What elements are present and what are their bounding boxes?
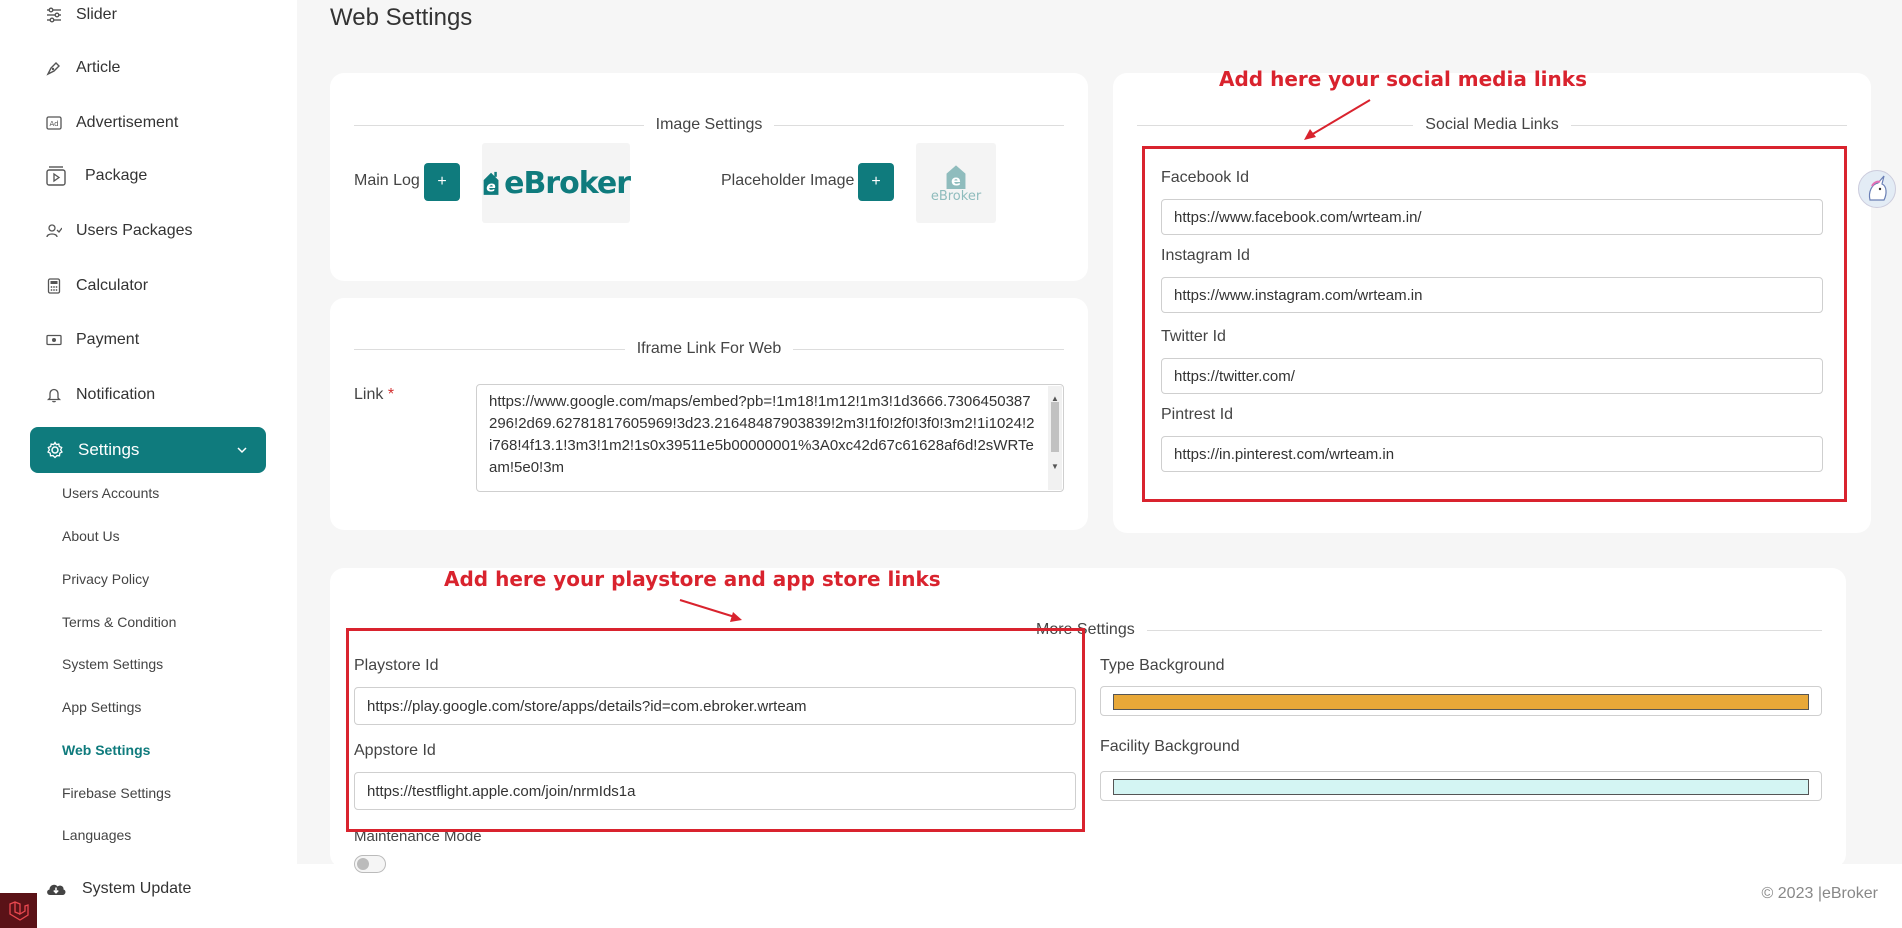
sidebar-item-advertisement[interactable]: Ad Advertisement: [45, 108, 178, 138]
sidebar-item-package[interactable]: Package: [45, 161, 147, 191]
main-logo-label: Main Log: [354, 172, 420, 189]
link-label: Link *: [354, 386, 394, 404]
sidebar-subitem-app-settings[interactable]: App Settings: [62, 699, 141, 715]
calculator-icon: [45, 277, 63, 295]
logo-text: eBroker: [504, 165, 631, 201]
copyright: © 2023 |eBroker: [1761, 885, 1878, 902]
store-highlight-box: [346, 628, 1085, 832]
laravel-icon[interactable]: [0, 893, 37, 928]
unicorn-icon: [1868, 175, 1887, 201]
scroll-thumb[interactable]: [1051, 402, 1059, 452]
social-annotation: Add here your social media links: [1219, 67, 1587, 91]
scroll-down-icon[interactable]: ▼: [1051, 456, 1059, 478]
annotation-arrow-icon: [1304, 99, 1371, 140]
sidebar-item-calculator[interactable]: Calculator: [45, 271, 148, 301]
placeholder-house-icon: e: [946, 164, 966, 189]
sidebar-item-settings[interactable]: Settings: [30, 427, 266, 473]
type-background-input[interactable]: [1100, 686, 1822, 716]
type-background-label: Type Background: [1100, 657, 1225, 674]
more-settings-legend: More Settings: [1024, 620, 1822, 640]
main-logo-image[interactable]: e eBroker: [482, 143, 631, 223]
sidebar-item-label: Package: [85, 167, 148, 184]
package-icon: [45, 165, 67, 187]
sidebar-item-label: Calculator: [76, 277, 149, 294]
svg-text:Ad: Ad: [49, 120, 58, 128]
sidebar-item-label: Notification: [76, 386, 156, 403]
sidebar-item-label: System Update: [82, 880, 192, 897]
sliders-icon: [45, 6, 63, 24]
store-annotation: Add here your playstore and app store li…: [444, 567, 941, 591]
placeholder-image[interactable]: e eBroker: [916, 143, 996, 223]
bell-icon: [45, 386, 63, 404]
avatar[interactable]: [1858, 170, 1896, 208]
sidebar-subitem-system-settings[interactable]: System Settings: [62, 656, 163, 672]
sidebar-subitem-web-settings[interactable]: Web Settings: [62, 742, 150, 758]
sidebar: Slider Article Ad Advertisement Package …: [0, 0, 297, 864]
iframe-link-textarea[interactable]: https://www.google.com/maps/embed?pb=!1m…: [476, 384, 1064, 492]
ad-icon: Ad: [45, 114, 63, 132]
placeholder-logo-text: eBroker: [930, 188, 982, 204]
legend-text: Iframe Link For Web: [636, 340, 782, 357]
pen-icon: [45, 59, 63, 77]
sidebar-item-system-update[interactable]: System Update: [45, 876, 191, 902]
cloud-download-icon: [45, 881, 67, 897]
placeholder-image-label: Placeholder Image: [721, 172, 855, 189]
iframe-card: Iframe Link For Web Link * https://www.g…: [330, 298, 1088, 530]
sidebar-item-payment[interactable]: Payment: [45, 325, 139, 355]
facility-background-label: Facility Background: [1100, 738, 1240, 755]
iframe-legend: Iframe Link For Web: [354, 339, 1065, 359]
toggle-knob: [357, 858, 369, 870]
required-mark: *: [387, 386, 395, 403]
sidebar-item-label: Slider: [76, 6, 117, 23]
legend-text: Image Settings: [655, 116, 763, 133]
sidebar-item-slider[interactable]: Slider: [45, 0, 117, 30]
iframe-link-value: https://www.google.com/maps/embed?pb=!1m…: [489, 393, 1035, 476]
sidebar-subitem-terms-condition[interactable]: Terms & Condition: [62, 614, 176, 630]
add-placeholder-button[interactable]: +: [858, 163, 894, 201]
image-settings-card: Image Settings Main Log + e eBroker Plac…: [330, 73, 1088, 281]
maintenance-toggle[interactable]: [354, 855, 386, 873]
type-background-swatch: [1113, 694, 1809, 710]
svg-text:e: e: [486, 180, 495, 196]
sidebar-item-notification[interactable]: Notification: [45, 380, 155, 410]
sidebar-subitem-privacy-policy[interactable]: Privacy Policy: [62, 571, 149, 587]
user-check-icon: [45, 222, 63, 240]
annotation-arrow-icon: [679, 599, 742, 622]
footer-bar: [0, 864, 1902, 928]
facility-background-swatch: [1113, 779, 1809, 795]
legend-text: Social Media Links: [1425, 116, 1559, 133]
sidebar-subitem-about-us[interactable]: About Us: [62, 528, 120, 544]
social-highlight-box: [1142, 146, 1847, 502]
gear-icon: [46, 441, 64, 459]
add-main-logo-button[interactable]: +: [424, 163, 460, 201]
sidebar-item-label: Users Packages: [76, 222, 193, 239]
sidebar-item-users-packages[interactable]: Users Packages: [45, 216, 193, 246]
social-legend: Social Media Links: [1137, 115, 1847, 135]
sidebar-subitem-users-accounts[interactable]: Users Accounts: [62, 485, 159, 501]
sidebar-subitem-languages[interactable]: Languages: [62, 827, 131, 843]
sidebar-item-article[interactable]: Article: [45, 53, 120, 83]
sidebar-item-label: Article: [76, 59, 121, 76]
sidebar-item-label: Payment: [76, 331, 140, 348]
settings-label: Settings: [78, 440, 140, 459]
house-logo-icon: e: [483, 171, 499, 196]
chevron-down-icon: [236, 441, 248, 461]
page-title: Web Settings: [330, 4, 473, 31]
textarea-scrollbar[interactable]: ▲ ▼: [1048, 386, 1062, 490]
image-settings-legend: Image Settings: [354, 115, 1065, 135]
payment-icon: [45, 331, 63, 349]
link-label-text: Link: [354, 386, 384, 403]
svg-text:e: e: [951, 173, 961, 189]
facility-background-input[interactable]: [1100, 771, 1822, 801]
sidebar-item-label: Advertisement: [76, 114, 179, 131]
sidebar-subitem-firebase-settings[interactable]: Firebase Settings: [62, 785, 171, 801]
